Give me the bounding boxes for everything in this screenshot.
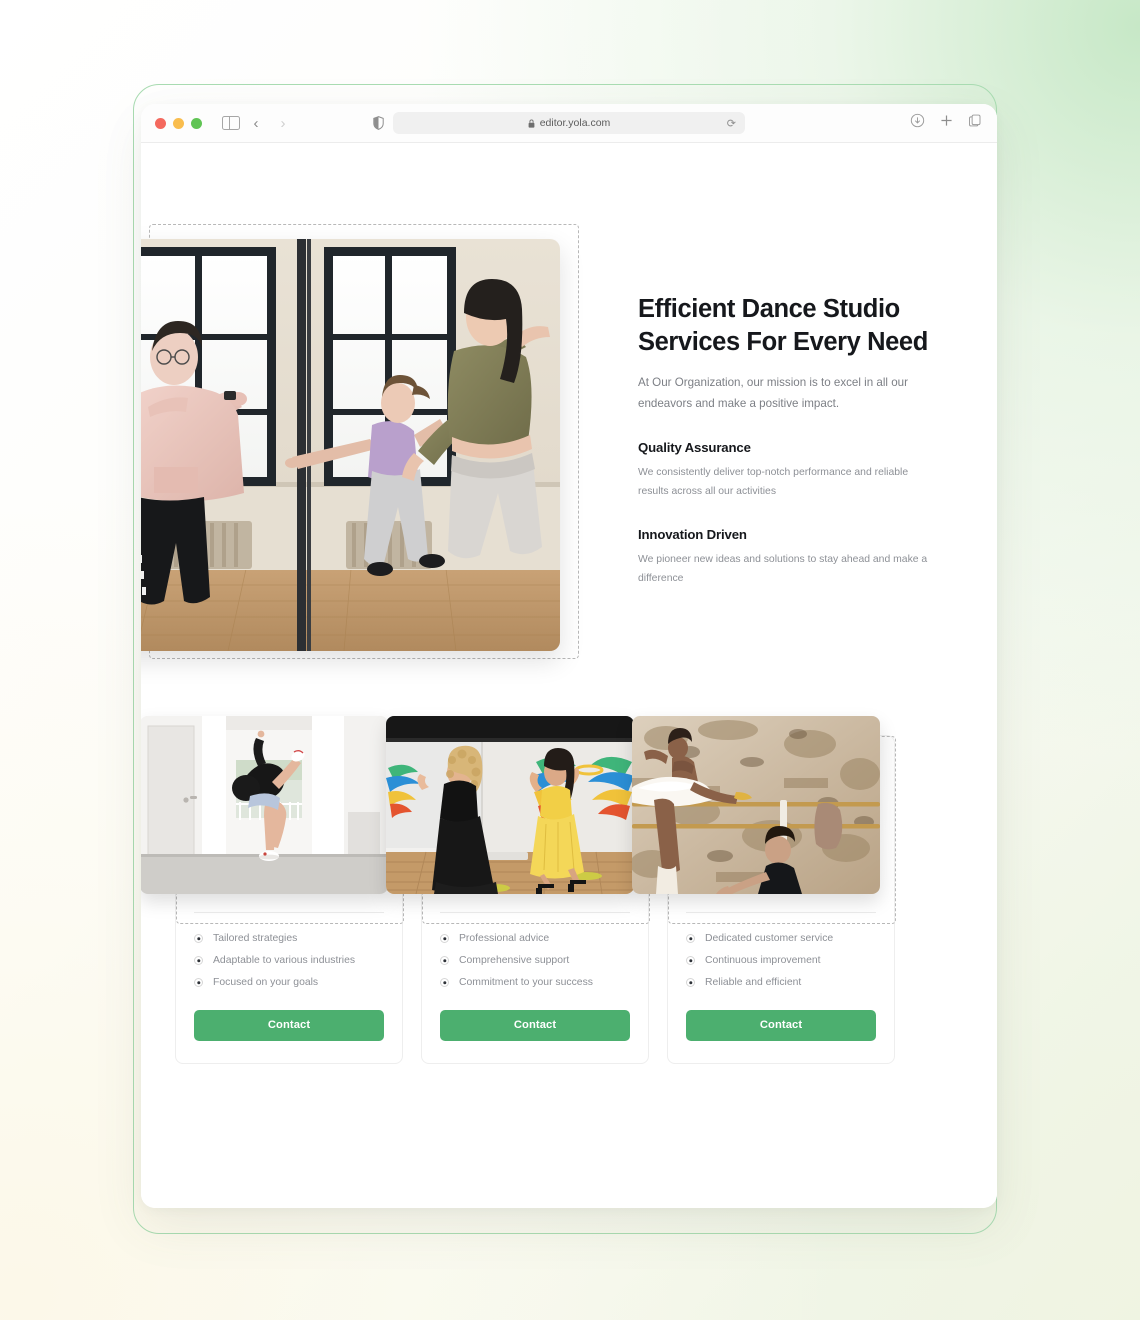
feature-quality-assurance: Quality Assurance We consistently delive… (638, 440, 928, 501)
bullet-icon (194, 978, 203, 988)
list-item-label: Professional advice (459, 933, 550, 945)
list-item-label: Focused on your goals (213, 977, 319, 989)
card-image-two-dancers-with-wings-mural[interactable] (386, 716, 634, 894)
browser-toolbar: ‹ › editor.yola.com ⟳ (141, 104, 997, 143)
service-cards-row: Custom Solutions We provide personalized… (141, 716, 965, 1064)
copy-tabs-icon[interactable] (968, 113, 983, 133)
bullet-icon (194, 956, 203, 966)
chevron-left-icon[interactable]: ‹ (246, 113, 266, 133)
browser-window: ‹ › editor.yola.com ⟳ Efficient Dance St… (141, 104, 997, 1208)
list-item: Focused on your goals (194, 972, 384, 994)
list-item-label: Reliable and efficient (705, 977, 802, 989)
list-item: Professional advice (440, 928, 630, 950)
list-item-label: Continuous improvement (705, 955, 821, 967)
navigation-buttons[interactable]: ‹ › (246, 113, 293, 133)
toolbar-right-actions (910, 113, 983, 133)
hero-text-block: Efficient Dance Studio Services For Ever… (638, 293, 928, 589)
window-traffic-lights[interactable] (155, 117, 202, 129)
hero-image[interactable] (141, 239, 560, 651)
service-card-comprehensive-support[interactable]: Comprehensive Support We offer extensive… (632, 716, 896, 1064)
hero-section: Efficient Dance Studio Services For Ever… (141, 143, 997, 659)
contact-button[interactable]: Contact (440, 1009, 630, 1041)
close-window-button[interactable] (155, 117, 166, 129)
lock-icon (528, 119, 535, 128)
card-feature-list: Dedicated customer service Continuous im… (686, 928, 876, 994)
address-bar-url: editor.yola.com (539, 117, 611, 129)
download-icon[interactable] (910, 113, 925, 133)
service-card-expert-guidance[interactable]: Expert Guidance Our experienced team is … (386, 716, 650, 1064)
list-item-label: Dedicated customer service (705, 933, 834, 945)
list-item-label: Tailored strategies (213, 933, 298, 945)
list-item: Tailored strategies (194, 928, 384, 950)
list-item: Comprehensive support (440, 950, 630, 972)
list-item: Continuous improvement (686, 950, 876, 972)
hero-subtitle: At Our Organization, our mission is to e… (638, 376, 908, 411)
page-title: Efficient Dance Studio Services For Ever… (638, 295, 928, 356)
bullet-icon (440, 934, 449, 944)
bullet-icon (440, 978, 449, 988)
address-bar[interactable]: editor.yola.com ⟳ (393, 112, 745, 134)
list-item-label: Commitment to your success (459, 977, 593, 989)
list-item: Dedicated customer service (686, 928, 876, 950)
list-item: Reliable and efficient (686, 972, 876, 994)
feature-title: Innovation Driven (638, 527, 747, 543)
site-canvas: Efficient Dance Studio Services For Ever… (141, 143, 997, 1208)
feature-body: We consistently deliver top-notch perfor… (638, 467, 909, 497)
feature-body: We pioneer new ideas and solutions to st… (638, 554, 928, 584)
service-card-custom-solutions[interactable]: Custom Solutions We provide personalized… (141, 716, 404, 1064)
zoom-window-button[interactable] (191, 117, 202, 129)
bullet-icon (686, 956, 695, 966)
chevron-right-icon[interactable]: › (273, 113, 293, 133)
feature-innovation-driven: Innovation Driven We pioneer new ideas a… (638, 527, 928, 588)
feature-title: Quality Assurance (638, 440, 751, 456)
minimize-window-button[interactable] (173, 117, 184, 129)
bullet-icon (440, 956, 449, 966)
list-item: Adaptable to various industries (194, 950, 384, 972)
sidebar-toggle-icon[interactable] (222, 115, 240, 131)
bullet-icon (686, 978, 695, 988)
list-item-label: Adaptable to various industries (213, 955, 356, 967)
bullet-icon (194, 934, 203, 944)
contact-button[interactable]: Contact (686, 1009, 876, 1041)
list-item-label: Comprehensive support (459, 955, 570, 967)
shield-icon[interactable] (373, 116, 384, 130)
list-item: Commitment to your success (440, 972, 630, 994)
plus-icon[interactable] (939, 113, 954, 133)
contact-button[interactable]: Contact (194, 1009, 384, 1041)
reload-icon[interactable]: ⟳ (727, 117, 736, 130)
card-feature-list: Tailored strategies Adaptable to various… (194, 928, 384, 994)
card-image-ballet-dancer-at-barre[interactable] (632, 716, 880, 894)
bullet-icon (686, 934, 695, 944)
card-image-dancer-in-hallway[interactable] (141, 716, 388, 894)
card-feature-list: Professional advice Comprehensive suppor… (440, 928, 630, 994)
